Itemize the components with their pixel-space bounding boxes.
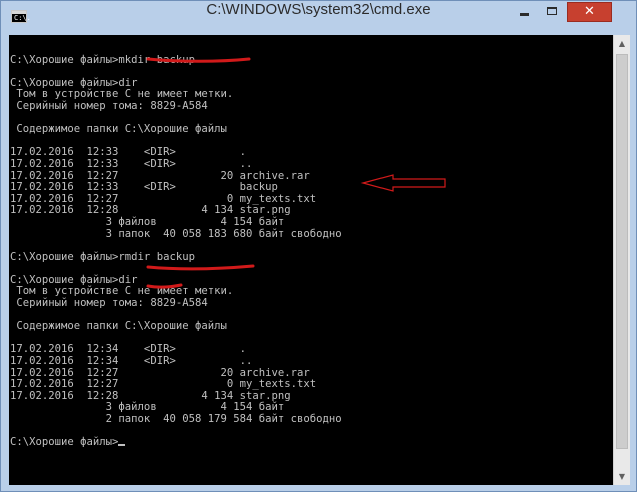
console-line-text: Том в устройстве C не имеет метки. (10, 88, 234, 101)
scrollbar-thumb[interactable] (616, 54, 628, 449)
console-line-text: 17.02.2016 12:27 0 my_texts.txt (10, 378, 317, 391)
console-output[interactable]: C:\Хорошие файлы>mkdir backup C:\Хорошие … (9, 35, 613, 485)
console-line: C:\Хорошие файлы> (10, 436, 342, 449)
console-line: 2 папок 40 058 179 584 байт свободно (10, 413, 342, 426)
console-line: Содержимое папки C:\Хорошие файлы (10, 320, 342, 333)
console-line-text: 3 папок 40 058 183 680 байт свободно (10, 227, 342, 240)
console-line-text: 17.02.2016 12:33 <DIR> .. (10, 157, 253, 170)
minimize-icon (520, 13, 529, 16)
maximize-button[interactable] (539, 2, 566, 22)
console-line-text: C:\Хорошие файлы>dir (10, 273, 138, 286)
console-line-text: 2 папок 40 058 179 584 байт свободно (10, 413, 342, 425)
console-line-text: Том в устройстве C не имеет метки. (10, 285, 234, 298)
close-button[interactable]: ✕ (567, 2, 612, 22)
title-bar[interactable]: C:\. C:\WINDOWS\system32\cmd.exe ✕ (1, 1, 636, 35)
console-line-text: Серийный номер тома: 8829-A584 (10, 99, 208, 112)
console-line-text: 17.02.2016 12:27 20 archive.rar (10, 366, 310, 379)
console-line-text: 17.02.2016 12:28 4 134 star.png (10, 389, 291, 402)
console-line: Серийный номер тома: 8829-A584 (10, 297, 342, 310)
arrow-up-icon[interactable]: ▲ (614, 35, 630, 52)
console-lines: C:\Хорошие файлы>mkdir backup C:\Хорошие … (10, 43, 342, 449)
arrow-down-icon[interactable]: ▼ (614, 468, 630, 485)
console-line-text: C:\Хорошие файлы>dir (10, 76, 138, 89)
console-line-text: C:\Хорошие файлы> (10, 436, 119, 449)
console-line-text: 3 файлов 4 154 байт (10, 215, 285, 228)
console-line: Серийный номер тома: 8829-A584 (10, 99, 342, 113)
console-line-text: Серийный номер тома: 8829-A584 (10, 297, 208, 310)
console-line-text: C:\Хорошие файлы>rmdir backup (10, 250, 195, 263)
console-line-text: 17.02.2016 12:33 <DIR> . (10, 146, 246, 159)
console-line: 3 папок 40 058 183 680 байт свободно (10, 227, 342, 241)
minimize-button[interactable] (511, 2, 538, 22)
cmd-window: C:\. C:\WINDOWS\system32\cmd.exe ✕ C:\Хо… (0, 0, 637, 492)
console-line: C:\Хорошие файлы>rmdir backup (10, 250, 342, 264)
maximize-icon (547, 7, 557, 15)
arrow-backup-icon (360, 174, 446, 192)
console-line-text: 17.02.2016 12:33 <DIR> backup (10, 181, 278, 194)
console-line: Содержимое папки C:\Хорошие файлы (10, 123, 342, 136)
console-line-text: 17.02.2016 12:27 0 my_texts.txt (10, 192, 317, 205)
console-line-text: 17.02.2016 12:28 4 134 star.png (10, 204, 291, 217)
console-line: C:\Хорошие файлы>mkdir backup (10, 53, 342, 67)
console-line-text: Содержимое папки C:\Хорошие файлы (10, 320, 227, 333)
text-cursor (118, 444, 126, 447)
console-line-text: Содержимое папки C:\Хорошие файлы (10, 123, 227, 136)
console-line-text: 17.02.2016 12:27 20 archive.rar (10, 169, 310, 182)
vertical-scrollbar[interactable]: ▲ ▼ (613, 35, 630, 485)
console-line-text: C:\Хорошие файлы>mkdir backup (10, 53, 195, 66)
console-line-text: 3 файлов 4 154 байт (10, 401, 285, 414)
console-line-text: 17.02.2016 12:34 <DIR> . (10, 343, 246, 356)
console-line-text: 17.02.2016 12:34 <DIR> .. (10, 355, 253, 368)
close-icon: ✕ (584, 4, 595, 19)
